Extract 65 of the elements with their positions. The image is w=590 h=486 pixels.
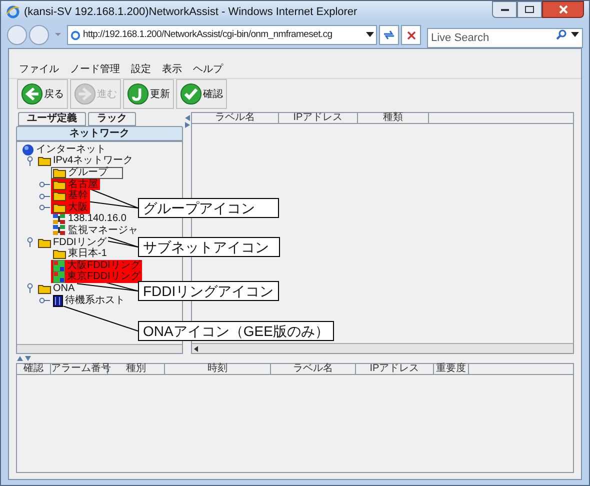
tree-item[interactable]: ONA — [36, 283, 77, 295]
tree-item[interactable]: 東日本-1 — [51, 248, 109, 260]
tab[interactable]: ユーザ定義 — [18, 112, 86, 126]
window-title: (kansi-SV 192.168.1.200)NetworkAssist - Windows Internet Explorer — [24, 4, 358, 20]
folder-icon — [38, 284, 51, 294]
tree-item[interactable]: 大阪FDDIリング — [51, 260, 142, 272]
page-icon — [70, 30, 81, 40]
checkmark-icon — [180, 83, 202, 105]
globe-icon — [22, 144, 34, 156]
scroll-left-icon[interactable] — [192, 344, 200, 352]
refresh-icon — [127, 83, 149, 105]
column-header[interactable]: 確認 — [17, 364, 51, 374]
menu-item[interactable]: 表示 — [162, 62, 182, 77]
splitter-down-icon[interactable] — [25, 356, 31, 361]
tree-item[interactable]: 大阪 — [51, 202, 90, 214]
tree-item[interactable]: 基幹 — [51, 190, 90, 202]
callout-label: FDDIリングアイコン — [138, 281, 279, 301]
search-icon[interactable] — [556, 29, 567, 40]
toolbar-button[interactable]: 更新 — [123, 79, 174, 109]
callout-label: サブネットアイコン — [138, 237, 280, 257]
column-header[interactable]: ラベル名 — [192, 113, 279, 123]
callout-label: グループアイコン — [138, 198, 279, 218]
column-header[interactable]: 重要度 — [434, 364, 469, 374]
close-button[interactable] — [542, 1, 584, 18]
dropdown-arrow-icon[interactable] — [366, 32, 374, 38]
ring-node-icon — [53, 271, 65, 284]
menu-item[interactable]: ファイル — [19, 62, 59, 77]
tab[interactable]: ラック — [88, 112, 136, 126]
search-field[interactable]: Live Search — [427, 28, 583, 48]
tree-item[interactable]: FDDIリング — [36, 236, 108, 248]
close-icon — [406, 30, 416, 40]
tree-item[interactable]: 名古屋 — [51, 178, 100, 190]
dropdown-arrow-icon[interactable] — [571, 32, 579, 38]
tree-item[interactable]: グループ — [51, 167, 123, 179]
column-header[interactable]: ラベル名 — [271, 364, 356, 374]
network-grid-icon — [53, 214, 66, 225]
menu-item[interactable]: ヘルプ — [193, 62, 223, 77]
menu-item[interactable]: ノード管理 — [70, 62, 120, 77]
menu-item[interactable]: 設定 — [131, 62, 151, 77]
network-grid-icon — [53, 225, 66, 236]
folder-icon — [38, 238, 51, 248]
stop-button[interactable] — [401, 25, 421, 45]
callout-label: ONAアイコン（GEE版のみ） — [138, 321, 334, 341]
close-icon — [558, 5, 568, 14]
toolbar-button[interactable]: 確認 — [176, 79, 227, 109]
server-icon — [53, 294, 63, 307]
maximize-button[interactable] — [517, 1, 542, 18]
column-header[interactable]: IPアドレス — [279, 113, 358, 123]
tree-item[interactable]: 138.140.16.0 — [51, 214, 128, 226]
horizontal-scrollbar[interactable] — [17, 344, 182, 353]
refresh-arrows-icon — [383, 30, 395, 40]
browser-logo-icon — [6, 5, 20, 19]
column-header[interactable]: アラーム番号 — [51, 364, 108, 374]
tree-item[interactable]: 東京FDDIリング — [51, 272, 142, 284]
minimize-button[interactable] — [492, 1, 517, 18]
column-header[interactable]: 時刻 — [165, 364, 271, 374]
column-header[interactable]: 種類 — [358, 113, 429, 123]
column-header[interactable]: IPアドレス — [356, 364, 434, 374]
refresh-button[interactable] — [379, 25, 399, 45]
toolbar-button[interactable]: 戻る — [17, 79, 68, 109]
ring-node-icon — [53, 260, 65, 272]
splitter-up-icon[interactable] — [17, 356, 23, 361]
tab[interactable]: ネットワーク — [16, 126, 183, 141]
horizontal-scrollbar[interactable] — [192, 343, 573, 353]
address-field[interactable]: http://192.168.1.200/NetworkAssist/cgi-bin/onm_nmframeset.cg — [67, 25, 377, 45]
